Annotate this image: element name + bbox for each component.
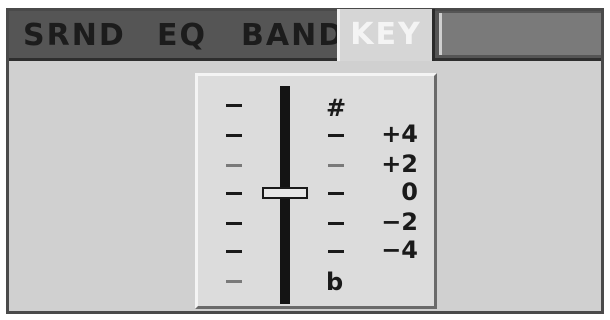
key-slider-handle[interactable] <box>262 187 308 199</box>
sharp-symbol: # <box>326 94 347 122</box>
scale-tick <box>226 134 242 137</box>
key-adjust-panel: # b +4 +2 0 −2 −4 <box>195 73 437 309</box>
tab-surround[interactable]: SRND <box>23 11 126 58</box>
scale-label-plus2: +2 <box>381 150 418 178</box>
scale-tick <box>328 222 344 225</box>
scale-tick <box>226 164 242 167</box>
scale-tick <box>328 250 344 253</box>
scale-tick <box>328 134 344 137</box>
scale-tick <box>226 222 242 225</box>
scale-label-zero: 0 <box>401 178 418 206</box>
tab-eq[interactable]: EQ <box>157 11 207 58</box>
tab-key[interactable]: KEY <box>337 9 435 61</box>
audio-settings-window: SRND EQ BAND KEY # b +4 +2 0 −2 −4 <box>6 8 604 314</box>
tab-bar: SRND EQ BAND KEY <box>9 9 601 61</box>
scale-tick <box>226 192 242 195</box>
scale-tick <box>226 280 242 283</box>
tab-band[interactable]: BAND <box>241 11 345 58</box>
flat-symbol: b <box>326 268 344 296</box>
scale-label-minus4: −4 <box>381 236 418 264</box>
tab-bar-filler <box>439 13 601 55</box>
scale-label-minus2: −2 <box>381 208 418 236</box>
scale-label-plus4: +4 <box>381 120 418 148</box>
scale-tick <box>226 104 242 107</box>
scale-tick <box>328 192 344 195</box>
scale-tick <box>226 250 242 253</box>
scale-tick <box>328 164 344 167</box>
